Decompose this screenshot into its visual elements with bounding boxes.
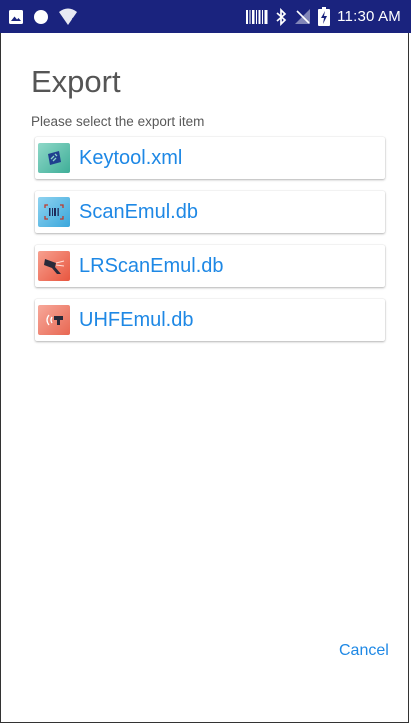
wifi-icon: ?: [58, 8, 78, 26]
export-item-list: Keytool.xml ScanEmul.db LRScanEmul.db UH…: [35, 137, 385, 353]
image-notification-icon: [8, 9, 24, 25]
battery-charging-icon: [318, 7, 331, 26]
barcode-scan-icon: [38, 197, 70, 227]
dialog-subtitle: Please select the export item: [31, 114, 205, 129]
uhf-rfid-icon: [38, 305, 70, 335]
circle-notification-icon: [33, 9, 49, 25]
status-bar: ? 11:30 AM: [0, 0, 411, 33]
cancel-button[interactable]: Cancel: [339, 642, 389, 660]
dialog-title: Export: [31, 64, 121, 99]
status-time: 11:30 AM: [337, 8, 401, 25]
barcode-status-icon: [246, 9, 268, 25]
svg-text:?: ?: [72, 16, 77, 26]
bluetooth-icon: [275, 7, 287, 26]
no-signal-icon: [294, 8, 311, 25]
export-item-uhfemul[interactable]: UHFEmul.db: [35, 299, 385, 341]
export-item-label: ScanEmul.db: [79, 200, 198, 223]
lr-scanner-icon: [38, 251, 70, 281]
export-item-label: LRScanEmul.db: [79, 254, 224, 277]
export-item-label: Keytool.xml: [79, 146, 183, 169]
export-item-lrscanemul[interactable]: LRScanEmul.db: [35, 245, 385, 287]
export-item-label: UHFEmul.db: [79, 308, 194, 331]
export-item-keytool[interactable]: Keytool.xml: [35, 137, 385, 179]
keytool-icon: [38, 143, 70, 173]
export-item-scanemul[interactable]: ScanEmul.db: [35, 191, 385, 233]
